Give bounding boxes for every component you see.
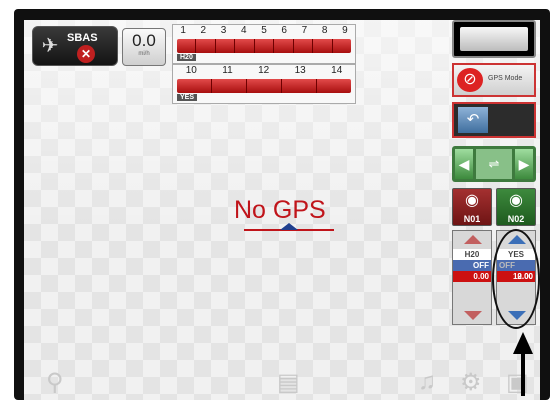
sbas-status[interactable]: ✈ SBAS ✕ (32, 26, 118, 66)
nozzle-2-label: N02 (507, 214, 525, 224)
boom-section-number: 10 (185, 65, 197, 76)
nozzle-1-label: N01 (463, 214, 481, 224)
rate-up-button[interactable] (464, 235, 482, 244)
nozzle-icon: ◉ (465, 192, 479, 209)
boom-section-number: 3 (220, 25, 227, 36)
boom-section-number: 7 (301, 25, 308, 36)
boom-section-numbers: 10 11 12 13 14 (173, 65, 355, 78)
settings-icon[interactable]: ⚙ (460, 368, 482, 397)
boom-bar-top (177, 39, 351, 53)
rate-off: OFF (473, 261, 489, 270)
annotation-arrow-shaft (521, 352, 525, 396)
rate-down-button[interactable] (464, 311, 482, 320)
lightbar-button[interactable] (452, 20, 536, 58)
bottom-toolbar: ⚲ ▤ ♫ ⚙ ▣ (24, 364, 540, 400)
boom-section-number: 13 (294, 65, 306, 76)
guide-center-icon: ⇌ (476, 149, 512, 179)
guide-left-icon[interactable]: ◀ (455, 149, 473, 179)
satellite-icon: ✈ (41, 35, 59, 57)
boom-section-number: 9 (342, 25, 348, 36)
boom-sections-top[interactable]: 1 2 3 4 5 6 7 8 9 H20 (172, 24, 356, 64)
nozzle-1-button[interactable]: ◉ N01 (452, 188, 492, 226)
boom-section-number: 12 (258, 65, 270, 76)
boom-section-number: 11 (222, 65, 233, 76)
display-screen: ✈ SBAS ✕ 0.0 mi/h 1 2 3 4 5 6 7 8 9 H20 … (24, 20, 540, 400)
gps-mode-button[interactable]: ⊘ GPS Mode (452, 63, 536, 97)
rate-control-left[interactable]: H20 OFF 0.00 (452, 230, 492, 325)
boom-sections-bottom[interactable]: 10 11 12 13 14 YES (172, 64, 356, 104)
nozzle-2-button[interactable]: ◉ N02 (496, 188, 536, 226)
boom-section-number: 5 (261, 25, 267, 36)
rate-label: H20 (453, 249, 491, 260)
gps-mode-icon: ⊘ (457, 68, 483, 92)
boom-section-number: 14 (331, 65, 343, 76)
speed-unit: mi/h (138, 51, 150, 57)
search-icon[interactable]: ⚲ (46, 368, 64, 397)
no-gps-message: No GPS (234, 196, 326, 224)
annotation-arrow-head (513, 332, 533, 354)
guidance-control[interactable]: ◀ ⇌ ▶ (452, 146, 536, 182)
document-icon[interactable]: ▤ (277, 368, 300, 397)
no-signal-icon: ✕ (77, 45, 95, 63)
boom-section-number: 4 (240, 25, 247, 36)
rate-value: 0.00 (453, 271, 491, 282)
speed-readout: 0.0 mi/h (122, 28, 166, 66)
bell-icon[interactable]: ♫ (418, 368, 436, 396)
guide-right-icon[interactable]: ▶ (515, 149, 533, 179)
boom-tag-bottom: YES (177, 94, 198, 101)
boom-section-number: 2 (200, 25, 207, 36)
boom-section-numbers: 1 2 3 4 5 6 7 8 9 (173, 25, 355, 38)
boom-section-number: 6 (281, 25, 287, 36)
sbas-label: SBAS (67, 32, 98, 44)
box-icon[interactable]: ▣ (506, 368, 529, 397)
speed-value: 0.0 (132, 31, 156, 50)
vehicle-marker-icon (280, 223, 298, 230)
nozzle-icon: ◉ (509, 192, 523, 209)
boom-section-number: 1 (180, 25, 186, 36)
boom-tag-top: H20 (177, 54, 196, 61)
steering-icon: ↶ (458, 107, 488, 133)
highlight-circle (492, 229, 540, 329)
boom-bar-bottom (177, 79, 351, 93)
gps-mode-label: GPS Mode (488, 75, 523, 82)
steering-button[interactable]: ↶ (452, 102, 536, 138)
boom-section-number: 8 (321, 25, 328, 36)
